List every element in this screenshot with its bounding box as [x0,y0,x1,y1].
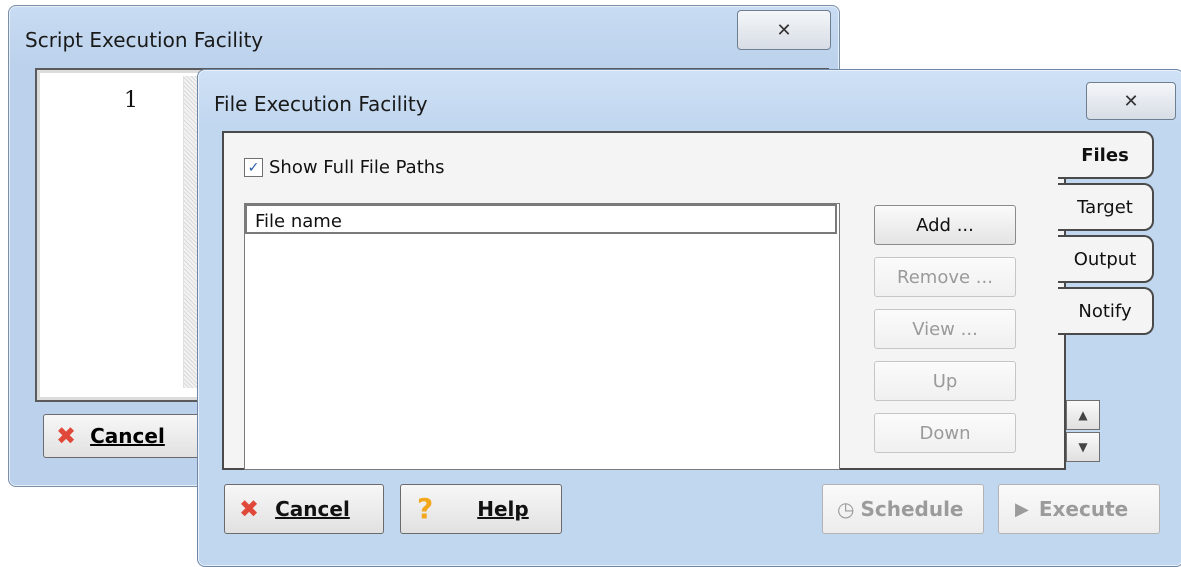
cancel-icon: ✖ [56,422,77,450]
down-label: Down [919,422,971,444]
up-button[interactable]: Up [874,361,1016,401]
help-button[interactable]: ? Help [400,484,562,534]
line-number: 1 [124,88,138,113]
chevron-up-icon: ▲ [1078,408,1088,422]
clock-icon: ◷ [837,497,855,521]
close-icon: ✕ [1123,90,1139,112]
close-icon: ✕ [776,19,792,41]
cancel-button[interactable]: ✖ Cancel [224,484,384,534]
remove-button[interactable]: Remove ... [874,257,1016,297]
cancel-button[interactable]: ✖ Cancel [43,414,213,458]
execute-button[interactable]: ▶ Execute [998,484,1160,534]
close-button[interactable]: ✕ [1086,82,1176,120]
scroll-down-button[interactable]: ▼ [1066,432,1100,462]
close-button[interactable]: ✕ [737,10,831,50]
execute-label: Execute [1038,497,1129,521]
remove-label: Remove ... [897,266,993,288]
schedule-button[interactable]: ◷ Schedule [822,484,984,534]
tab-notify[interactable]: Notify [1058,287,1154,335]
tab-output[interactable]: Output [1058,235,1154,283]
files-panel: ✓ Show Full File Paths File name Add ...… [222,131,1066,470]
tab-files[interactable]: Files [1058,131,1154,179]
window-title: Script Execution Facility [25,28,264,52]
add-button[interactable]: Add ... [874,205,1016,245]
schedule-label: Schedule [860,497,964,521]
tab-target[interactable]: Target [1058,183,1154,231]
line-number-gutter: 1 [43,76,184,388]
column-header-file-name[interactable]: File name [245,204,837,234]
check-icon: ✓ [247,159,260,176]
help-label: Help [477,497,529,521]
view-label: View ... [912,318,978,340]
show-full-paths-label: Show Full File Paths [269,157,445,178]
cancel-icon: ✖ [239,495,260,523]
chevron-down-icon: ▼ [1078,440,1088,454]
show-full-paths-checkbox-row[interactable]: ✓ Show Full File Paths [244,157,445,178]
cancel-label: Cancel [275,497,350,521]
help-icon: ? [417,492,434,525]
file-list[interactable]: File name [244,203,840,470]
down-button[interactable]: Down [874,413,1016,453]
show-full-paths-checkbox[interactable]: ✓ [244,158,263,177]
view-button[interactable]: View ... [874,309,1016,349]
play-icon: ▶ [1015,498,1029,520]
window-title: File Execution Facility [214,92,428,116]
up-label: Up [932,370,958,392]
scroll-up-button[interactable]: ▲ [1066,400,1100,430]
file-execution-window: File Execution Facility ✕ ✓ Show Full Fi… [197,69,1181,567]
cancel-label: Cancel [90,424,165,448]
